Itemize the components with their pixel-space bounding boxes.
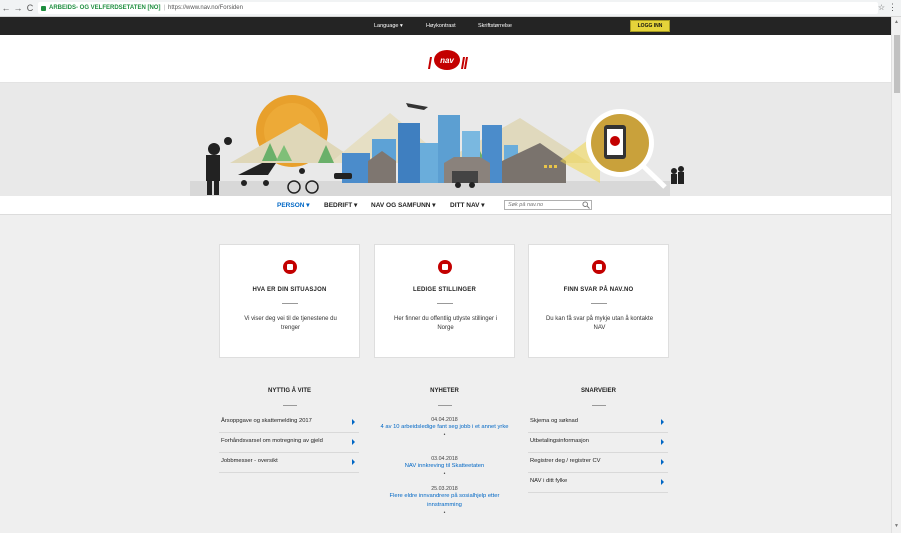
nav-logo[interactable]: nav [426, 49, 468, 71]
card-description: Vi viser deg vei til de tjenestene du tr… [244, 316, 337, 331]
back-arrow-icon[interactable]: ← [0, 3, 12, 13]
list-item-label: Årsoppgave og skattemelding 2017 [221, 418, 312, 424]
chevron-right-icon [661, 459, 664, 465]
logo-band: nav [0, 35, 891, 83]
chevron-right-icon [352, 439, 355, 445]
hero-illustration [0, 83, 891, 196]
lock-icon [41, 5, 46, 11]
form-icon [592, 260, 606, 274]
list-item[interactable]: Årsoppgave og skattemelding 2017 [219, 413, 359, 433]
news-item: 25.03.2018 Flere eldre innvandrere på so… [374, 486, 515, 516]
list-item[interactable]: Skjema og søknad [528, 413, 668, 433]
news-link[interactable]: NAV innkreving til Skatteetaten [374, 462, 515, 471]
content-area: HVA ER DIN SITUASJON Vi viser deg vei ti… [0, 215, 891, 533]
list-item[interactable]: Jobbmesser - oversikt [219, 453, 359, 473]
reload-icon[interactable]: C [24, 3, 36, 13]
search-icon[interactable] [582, 201, 590, 209]
scrollbar-thumb[interactable] [894, 35, 900, 93]
list-item[interactable]: Forhåndsvarsel om motregning av gjeld [219, 433, 359, 453]
card-description: Du kan få svar på mykje utan å kontakte … [545, 316, 654, 331]
column-divider [438, 405, 452, 406]
news-link[interactable]: 4 av 10 arbeidsledige fant seg jobb i et… [374, 423, 515, 432]
list-item-label: Forhåndsvarsel om motregning av gjeld [221, 438, 323, 444]
chevron-right-icon [661, 439, 664, 445]
nav-bedrift[interactable]: BEDRIFT ▾ [324, 201, 357, 209]
nav-ditt-nav[interactable]: DITT NAV ▾ [450, 201, 485, 209]
browser-menu-icon[interactable]: ⋮ [888, 2, 897, 13]
login-button[interactable]: LOGG INN [630, 20, 670, 32]
list-item-label: Skjema og søknad [530, 418, 579, 424]
main-navigation: PERSON ▾ BEDRIFT ▾ NAV OG SAMFUNN ▾ DITT… [0, 196, 891, 215]
page-scrollbar[interactable]: ▲ ▼ [891, 17, 901, 533]
url-text: https://www.nav.no/Forsiden [168, 5, 243, 11]
nyheter-title: NYHETER [430, 388, 459, 394]
list-item-label: NAV i ditt fylke [530, 478, 568, 484]
city-landscape-illustration [190, 95, 684, 196]
card-divider [282, 303, 298, 304]
nyttig-title: NYTTIG Å VITE [267, 388, 311, 394]
news-separator: • [443, 510, 446, 516]
column-divider [592, 405, 606, 406]
card-title: HVA ER DIN SITUASJON [252, 287, 327, 293]
forward-arrow-icon[interactable]: → [12, 3, 24, 13]
news-item: 03.04.2018 NAV innkreving til Skatteetat… [374, 456, 515, 477]
card-divider [591, 303, 607, 304]
top-utility-bar: Language ▾ Høykontrast Skriftstørrelse L… [0, 17, 891, 35]
news-link[interactable]: Flere eldre innvandrere på sosialhjelp e… [374, 492, 515, 510]
card-title: LEDIGE STILLINGER [412, 287, 477, 293]
document-icon [283, 260, 297, 274]
card-divider [437, 303, 453, 304]
document-icon [438, 260, 452, 274]
scroll-down-icon[interactable]: ▼ [894, 523, 899, 529]
nav-nav-og-samfunn[interactable]: NAV OG SAMFUNN ▾ [371, 201, 436, 209]
list-item-label: Jobbmesser - oversikt [221, 458, 278, 464]
card-situation[interactable]: HVA ER DIN SITUASJON Vi viser deg vei ti… [219, 244, 360, 358]
news-item: 04.04.2018 4 av 10 arbeidsledige fant se… [374, 417, 515, 438]
card-answers[interactable]: FINN SVAR PÅ NAV.NO Du kan få svar på my… [528, 244, 669, 358]
list-item[interactable]: NAV i ditt fylke [528, 473, 668, 493]
bookmark-star-icon[interactable]: ☆ [878, 3, 885, 12]
chevron-right-icon [661, 419, 664, 425]
site-identity: ARBEIDS- OG VELFERDSETATEN [NO] [49, 5, 161, 11]
snarveier-title: SNARVEIER [581, 388, 616, 394]
language-menu[interactable]: Language ▾ [374, 23, 403, 29]
chevron-right-icon [352, 459, 355, 465]
list-item[interactable]: Registrer deg / registrer CV [528, 453, 668, 473]
list-item[interactable]: Utbetalingsinformasjon [528, 433, 668, 453]
browser-toolbar: ← → C ARBEIDS- OG VELFERDSETATEN [NO] | … [0, 0, 901, 17]
chevron-right-icon [661, 479, 664, 485]
list-item-label: Registrer deg / registrer CV [530, 458, 601, 464]
logo-text: nav [440, 56, 454, 65]
news-separator: • [443, 432, 446, 438]
card-title: FINN SVAR PÅ NAV.NO [563, 287, 634, 293]
address-separator: | [163, 5, 166, 11]
card-description: Her finner du offentlig utlyste stilling… [394, 316, 497, 331]
card-jobs[interactable]: LEDIGE STILLINGER Her finner du offentli… [374, 244, 515, 358]
nav-person[interactable]: PERSON ▾ [277, 201, 310, 209]
high-contrast-link[interactable]: Høykontrast [426, 23, 456, 29]
list-item-label: Utbetalingsinformasjon [530, 438, 589, 444]
chevron-right-icon [352, 419, 355, 425]
search-input[interactable] [504, 200, 592, 210]
scroll-up-icon[interactable]: ▲ [894, 19, 899, 25]
font-size-link[interactable]: Skriftstørrelse [478, 23, 512, 29]
column-divider [283, 405, 297, 406]
news-separator: • [443, 471, 446, 477]
address-bar[interactable]: ARBEIDS- OG VELFERDSETATEN [NO] | https:… [38, 2, 878, 14]
